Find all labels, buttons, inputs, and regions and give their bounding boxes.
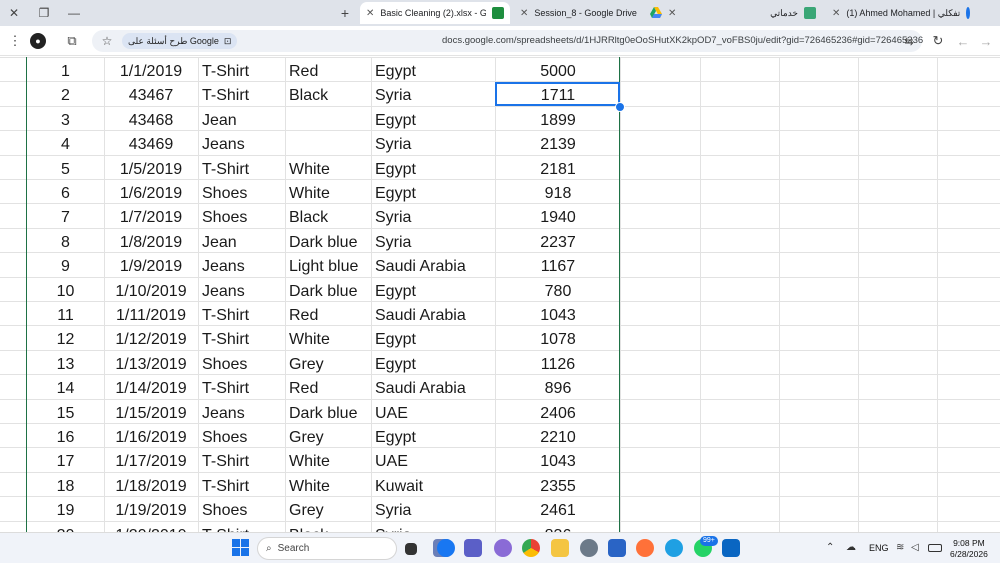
close-tab-icon[interactable]: ✕ — [366, 8, 374, 19]
settings-gear-icon[interactable] — [580, 539, 598, 557]
back-icon[interactable]: ← — [955, 33, 971, 49]
firefox-icon[interactable] — [636, 539, 654, 557]
store-icon[interactable] — [608, 539, 626, 557]
volume-icon[interactable]: ◁ — [911, 542, 919, 553]
kebab-menu-icon[interactable]: ⋮ — [8, 33, 22, 49]
windows-taskbar: ⌕ Search 99+ ⌃ ☁ ENG ≋ ◁ 9:08 PM 6/28/20… — [0, 532, 1000, 563]
facebook-icon[interactable] — [437, 539, 455, 557]
tab-khadamati[interactable]: خدماتي — [760, 2, 822, 24]
tab-title: خدماتي — [770, 7, 798, 18]
extensions-icon[interactable]: ⧉ — [64, 33, 80, 49]
whatsapp-badge: 99+ — [700, 536, 718, 546]
tab-taqalli[interactable]: ✕ (1) Ahmed Mohamed | تفكلي — [826, 2, 976, 24]
search-icon: ⌕ — [266, 543, 272, 554]
spreadsheet-grid[interactable]: 1 1/1/2019 T-Shirt Red Egypt 5000 2 43467 T-Shir… — [0, 57, 1000, 532]
bookmark-star-icon[interactable]: ☆ — [100, 33, 114, 49]
selected-cell[interactable] — [495, 82, 620, 106]
copilot-icon[interactable] — [494, 539, 512, 557]
edge-icon[interactable] — [665, 539, 683, 557]
tab-title: Session_8 - Google Drive — [534, 8, 637, 18]
tab-title: Basic Cleaning (2).xlsx - Google — [380, 8, 487, 18]
reload-icon[interactable]: ↻ — [930, 33, 946, 49]
battery-icon[interactable] — [928, 544, 942, 552]
minimize-window-icon[interactable]: — — [60, 0, 88, 26]
google-drive-icon — [650, 6, 662, 20]
clock-time: 9:08 PM — [953, 538, 985, 548]
close-tab-icon[interactable]: ✕ — [520, 8, 528, 19]
url-text[interactable]: docs.google.com/spreadsheets/d/1HJRRltg0… — [442, 35, 923, 46]
new-tab-button[interactable]: + — [337, 4, 353, 22]
avatar[interactable]: ● — [30, 33, 46, 49]
close-window-icon[interactable]: ✕ — [0, 0, 28, 26]
chip-label: طرح أسئلة على Google — [128, 35, 219, 46]
linkedin-icon[interactable] — [722, 539, 740, 557]
clock-date: 6/28/2026 — [950, 549, 988, 559]
taskbar-search[interactable]: ⌕ Search — [257, 537, 397, 560]
tab-title: (1) Ahmed Mohamed | تفكلي — [846, 7, 961, 18]
forward-icon[interactable]: → — [978, 33, 994, 49]
language-indicator[interactable]: ENG — [869, 543, 889, 553]
ask-google-chip[interactable]: طرح أسئلة على Google ⊡ — [122, 33, 238, 49]
close-tab-icon[interactable]: ✕ — [668, 8, 676, 19]
taqalli-icon — [966, 7, 970, 19]
address-bar-row: ⋮ ● ⧉ ☆ طرح أسئلة على Google ⊡ docs.goog… — [0, 26, 1000, 56]
tab-drive[interactable]: ✕ — [644, 2, 686, 24]
wifi-icon[interactable]: ≋ — [896, 542, 904, 553]
restore-window-icon[interactable]: ❐ — [30, 0, 58, 26]
site-settings-icon[interactable]: ⇆ — [902, 33, 916, 49]
clock[interactable]: 9:08 PM 6/28/2026 — [950, 538, 988, 560]
file-explorer-icon[interactable] — [551, 539, 569, 557]
teams-icon[interactable] — [464, 539, 482, 557]
tab-session8-drive[interactable]: ✕ Session_8 - Google Drive — [514, 2, 644, 24]
google-lens-icon: ⊡ — [223, 35, 232, 46]
chevron-up-icon[interactable]: ⌃ — [826, 542, 834, 553]
k-app-icon — [804, 7, 816, 19]
task-view-icon[interactable] — [405, 543, 417, 555]
network-status-icon[interactable]: ☁ — [846, 542, 856, 553]
tab-strip: ✕ ❐ — + ✕ Basic Cleaning (2).xlsx - Goog… — [0, 0, 1000, 26]
chrome-icon[interactable] — [522, 539, 540, 557]
search-placeholder: Search — [277, 543, 310, 554]
windows-start-icon[interactable] — [232, 539, 249, 556]
tab-basic-cleaning[interactable]: ✕ Basic Cleaning (2).xlsx - Google — [360, 2, 510, 24]
table-border — [26, 57, 620, 532]
google-sheets-icon — [492, 7, 504, 19]
fill-handle[interactable] — [615, 102, 625, 112]
close-tab-icon[interactable]: ✕ — [832, 8, 840, 19]
